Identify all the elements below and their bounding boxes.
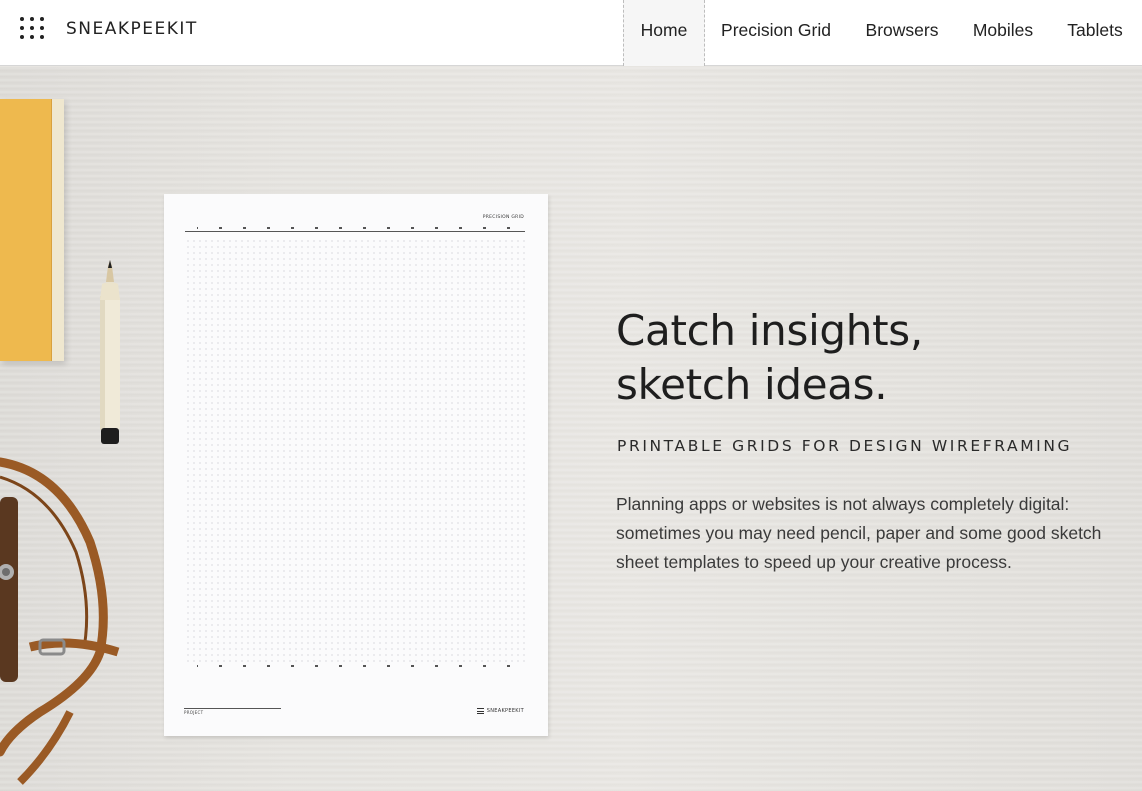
nav-precision-grid[interactable]: Precision Grid <box>712 0 840 66</box>
pencil-image <box>100 260 120 444</box>
nav-mobiles[interactable]: Mobiles <box>964 0 1042 66</box>
nav-tablets[interactable]: Tablets <box>1058 0 1132 66</box>
hero-headline: Catch insights, sketch ideas. <box>616 304 1116 412</box>
sheet-brand: SNEAKPEEKIT <box>476 708 524 714</box>
site-header: SNEAKPEEKIT Home Precision Grid Browsers… <box>0 0 1142 66</box>
menu-lines-icon <box>476 708 484 714</box>
sheet-title: PRECISION GRID <box>482 215 524 220</box>
site-logo[interactable]: SNEAKPEEKIT <box>66 19 198 39</box>
headline-line-1: Catch insights, <box>616 306 923 355</box>
camera-strap-image <box>0 457 120 785</box>
sheet-ruler-bottom <box>197 665 510 667</box>
dot-grid <box>185 238 525 662</box>
hero-description: Planning apps or websites is not always … <box>616 494 1102 572</box>
headline-line-2: sketch ideas. <box>616 360 888 409</box>
hero-tagline: PRINTABLE GRIDS FOR DESIGN WIREFRAMING <box>617 437 1073 455</box>
project-rule <box>184 708 281 709</box>
hero-section: PRECISION GRID PROJECT SNEAKPEEKIT Catch… <box>0 67 1142 791</box>
notebook-image <box>0 99 64 361</box>
sheet-top-rule <box>185 231 525 232</box>
sheet-brand-text: SNEAKPEEKIT <box>486 708 524 714</box>
project-label: PROJECT <box>184 710 204 715</box>
dots-grid-icon[interactable] <box>20 17 44 41</box>
nav-home[interactable]: Home <box>623 0 705 66</box>
nav-browsers[interactable]: Browsers <box>856 0 948 66</box>
precision-grid-sheet: PRECISION GRID PROJECT SNEAKPEEKIT <box>164 194 548 736</box>
